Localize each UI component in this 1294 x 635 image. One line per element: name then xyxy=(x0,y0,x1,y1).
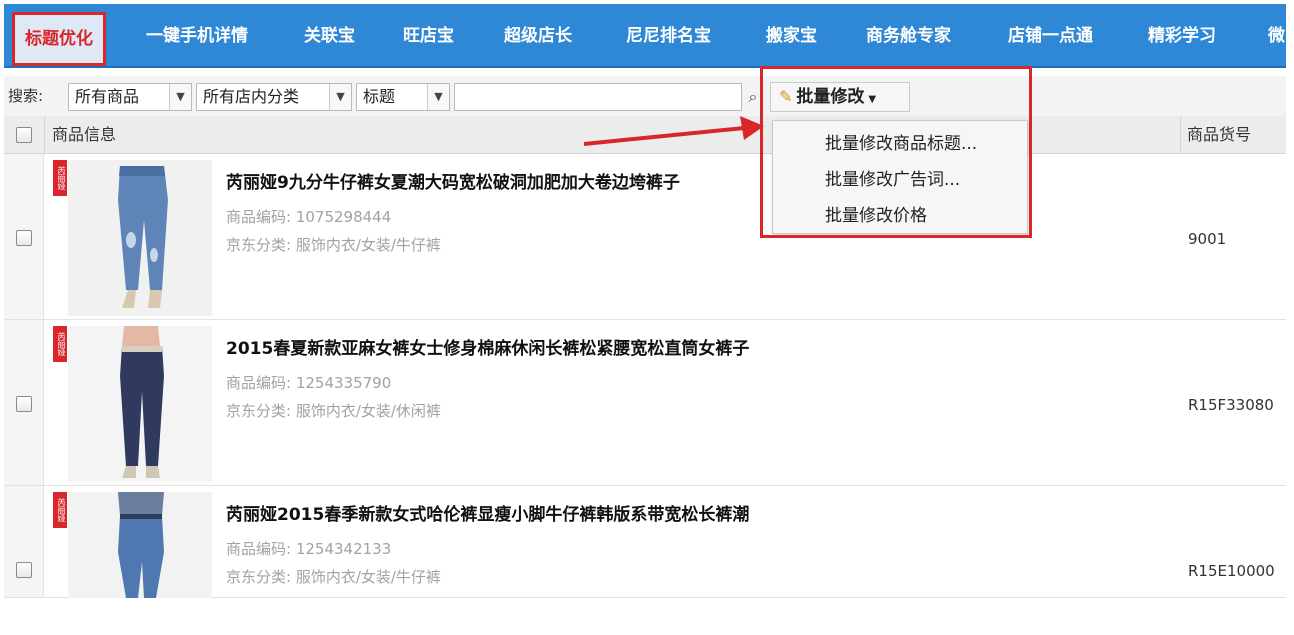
app-window: 标题优化 一键手机详情 关联宝 旺店宝 超级店长 尼尼排名宝 搬家宝 商务舱专家… xyxy=(4,4,1286,598)
annotation-arrow-icon xyxy=(583,116,764,146)
